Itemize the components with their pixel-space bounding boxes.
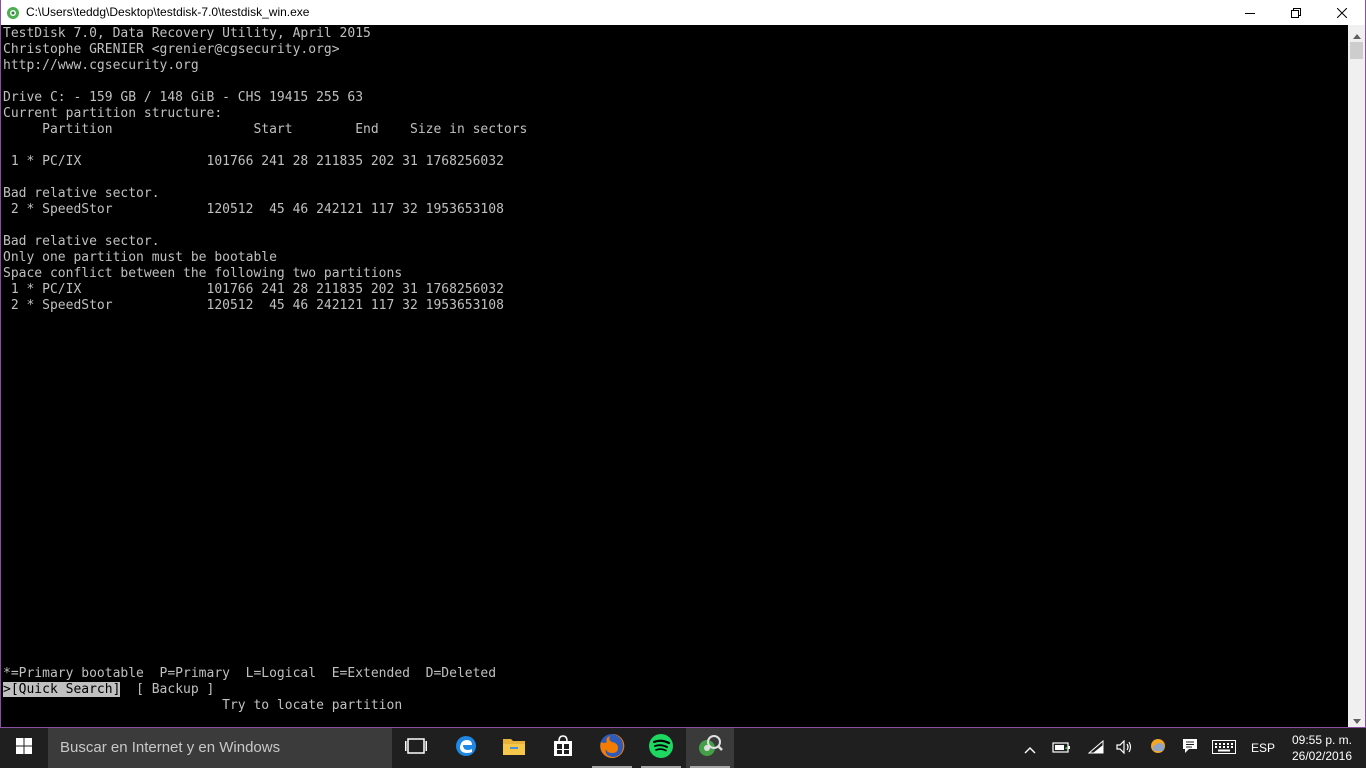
menu-hint: Try to locate partition — [3, 698, 403, 713]
partition-row: 2 * SpeedStor 120512 45 46 242121 117 32… — [3, 202, 504, 217]
store-button[interactable] — [539, 728, 587, 768]
speaker-icon — [1116, 739, 1134, 758]
windows-logo-icon — [16, 738, 32, 758]
arrow-down-icon — [1352, 709, 1361, 728]
input-language-indicator[interactable]: ESP — [1248, 728, 1278, 768]
console-window: C:\Users\teddg\Desktop\testdisk-7.0\test… — [0, 0, 1366, 728]
testdisk-taskbar-button[interactable] — [686, 728, 734, 768]
start-button[interactable] — [0, 728, 48, 768]
quick-search-option[interactable]: [Quick Search] — [10, 682, 121, 697]
scroll-down-button[interactable] — [1348, 710, 1365, 727]
close-button[interactable] — [1319, 0, 1365, 25]
scroll-up-button[interactable] — [1348, 25, 1365, 42]
scrollbar-thumb[interactable] — [1350, 42, 1363, 59]
volume-button[interactable] — [1109, 728, 1141, 768]
partition-row: 2 * SpeedStor 120512 45 46 242121 117 32… — [3, 298, 504, 313]
wifi-icon — [1087, 739, 1104, 758]
arrow-up-icon — [1352, 24, 1361, 43]
warning-message: Bad relative sector. — [3, 234, 160, 249]
action-menu: >[Quick Search] [ Backup ] — [3, 682, 214, 698]
search-box[interactable]: Buscar en Internet y en Windows — [48, 728, 392, 768]
console-line: Christophe GRENIER <grenier@cgsecurity.o… — [3, 42, 340, 57]
console-output[interactable]: TestDisk 7.0, Data Recovery Utility, Apr… — [3, 25, 1345, 726]
minimize-icon — [1245, 8, 1255, 18]
file-explorer-icon — [502, 736, 526, 760]
backup-option[interactable]: [ Backup ] — [136, 682, 214, 697]
testdisk-icon — [697, 733, 723, 763]
drive-info: Drive C: - 159 GB / 148 GiB - CHS 19415 … — [3, 90, 364, 105]
partition-row: 1 * PC/IX 101766 241 28 211835 202 31 17… — [3, 282, 504, 297]
wifi-button[interactable] — [1080, 728, 1112, 768]
clock-date: 26/02/2016 — [1291, 749, 1353, 763]
chevron-up-icon — [1024, 739, 1036, 758]
partition-table-header: Partition Start End Size in sectors — [3, 122, 528, 137]
console-line: TestDisk 7.0, Data Recovery Utility, Apr… — [3, 26, 371, 41]
battery-button[interactable] — [1046, 728, 1078, 768]
search-placeholder: Buscar en Internet y en Windows — [60, 739, 281, 756]
partition-row: 1 * PC/IX 101766 241 28 211835 202 31 17… — [3, 154, 504, 169]
task-view-button[interactable] — [392, 728, 440, 768]
title-bar[interactable]: C:\Users\teddg\Desktop\testdisk-7.0\test… — [1, 0, 1365, 25]
edge-icon — [455, 735, 477, 761]
warning-message: Bad relative sector. — [3, 186, 160, 201]
edge-button[interactable] — [442, 728, 490, 768]
close-icon — [1337, 7, 1347, 18]
console-line: http://www.cgsecurity.org — [3, 58, 199, 73]
clock[interactable]: 09:55 p. m. 26/02/2016 — [1284, 732, 1360, 764]
vertical-scrollbar[interactable] — [1348, 25, 1365, 727]
firefox-button[interactable] — [588, 728, 636, 768]
partition-type-legend: *=Primary bootable P=Primary L=Logical E… — [3, 666, 497, 681]
console-line: Current partition structure: — [3, 106, 223, 121]
restore-button[interactable] — [1273, 0, 1319, 25]
restore-icon — [1291, 7, 1301, 18]
store-icon — [552, 735, 574, 761]
battery-charging-icon — [1052, 739, 1072, 758]
keyboard-icon — [1212, 739, 1236, 758]
task-view-icon — [405, 737, 427, 759]
notification-icon — [1182, 738, 1198, 758]
warning-message: Only one partition must be bootable — [3, 250, 277, 265]
minimize-button[interactable] — [1227, 0, 1273, 25]
menu-cursor: > — [3, 682, 11, 697]
touch-keyboard-button[interactable] — [1208, 728, 1240, 768]
firefox-icon — [599, 733, 625, 763]
clock-time: 09:55 p. m. — [1291, 733, 1353, 747]
weather-button[interactable] — [1142, 728, 1174, 768]
warning-message: Space conflict between the following two… — [3, 266, 403, 281]
weather-icon — [1150, 738, 1166, 758]
testdisk-app-icon — [6, 5, 20, 19]
spotify-icon — [648, 733, 674, 763]
action-center-button[interactable] — [1174, 728, 1206, 768]
spotify-button[interactable] — [637, 728, 685, 768]
file-explorer-button[interactable] — [490, 728, 538, 768]
taskbar: Buscar en Internet y en Windows ESP 09:5… — [0, 728, 1366, 768]
show-hidden-icons-button[interactable] — [1014, 728, 1046, 768]
window-title: C:\Users\teddg\Desktop\testdisk-7.0\test… — [26, 5, 310, 19]
